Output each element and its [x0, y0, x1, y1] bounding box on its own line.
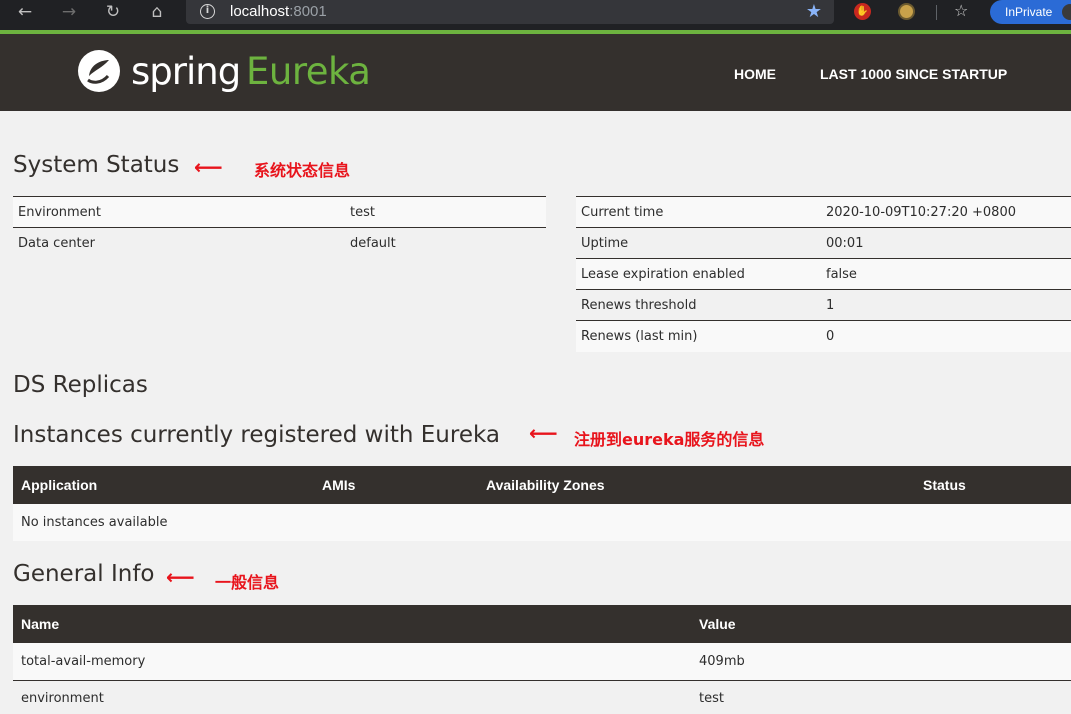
table-row: environment test: [13, 679, 1071, 714]
table-header-row: Name Value: [13, 605, 1071, 643]
top-nav: spring Eureka HOME LAST 1000 SINCE START…: [0, 30, 1071, 111]
instances-annotation: 注册到eureka服务的信息: [574, 430, 765, 449]
annotation-arrow-icon: ⟵: [166, 565, 195, 589]
favorite-star-icon[interactable]: ★: [806, 1, 822, 22]
env-value: test: [345, 196, 546, 228]
system-status-left-table: Environment test Data center default: [13, 196, 546, 259]
inprivate-badge[interactable]: InPrivate: [990, 0, 1071, 24]
table-header-row: Application AMIs Availability Zones Stat…: [13, 466, 1071, 504]
annotation-arrow-icon: ⟵: [529, 421, 558, 445]
brand-spring[interactable]: spring: [131, 50, 241, 93]
toolbar-divider: [936, 5, 937, 20]
general-info-annotation: 一般信息: [215, 573, 280, 592]
col-value[interactable]: Value: [691, 605, 1071, 643]
info-value: test: [691, 679, 1071, 714]
table-row: Current time 2020-10-09T10:27:20 +0800: [576, 196, 1071, 228]
system-status-annotation: 系统状态信息: [254, 161, 351, 180]
table-row: total-avail-memory 409mb: [13, 643, 1071, 680]
brand-eureka[interactable]: Eureka: [246, 50, 371, 93]
env-label: Environment: [13, 196, 345, 228]
uptime-value: 00:01: [821, 227, 1071, 259]
current-time-value: 2020-10-09T10:27:20 +0800: [821, 196, 1071, 228]
site-info-icon[interactable]: i: [200, 4, 215, 19]
uptime-label: Uptime: [576, 227, 821, 259]
back-arrow-icon[interactable]: ←: [10, 0, 40, 24]
table-row: Uptime 00:01: [576, 227, 1071, 259]
lease-expiration-value: false: [821, 258, 1071, 290]
renews-last-min-value: 0: [821, 320, 1071, 352]
col-name[interactable]: Name: [13, 605, 691, 643]
datacenter-label: Data center: [13, 227, 345, 259]
current-time-label: Current time: [576, 196, 821, 228]
renews-threshold-value: 1: [821, 289, 1071, 321]
url-text[interactable]: localhost:8001: [230, 3, 327, 20]
info-name: environment: [13, 679, 691, 714]
system-status-right-table: Current time 2020-10-09T10:27:20 +0800 U…: [576, 196, 1071, 352]
lease-expiration-label: Lease expiration enabled: [576, 258, 821, 290]
table-row: Environment test: [13, 196, 546, 228]
table-row: Data center default: [13, 227, 546, 259]
extension-stop-icon[interactable]: ✋: [854, 3, 871, 20]
nav-last1000-link[interactable]: LAST 1000 SINCE STARTUP: [820, 66, 1007, 82]
general-info-table: Name Value total-avail-memory 409mb envi…: [13, 605, 1071, 714]
nav-home-link[interactable]: HOME: [734, 66, 776, 82]
annotation-arrow-icon: ⟵: [194, 155, 223, 179]
col-status[interactable]: Status: [915, 466, 1071, 504]
instances-table: Application AMIs Availability Zones Stat…: [13, 466, 1071, 541]
table-row: No instances available: [13, 504, 1071, 541]
forward-arrow-icon[interactable]: →: [54, 0, 84, 24]
info-name: total-avail-memory: [13, 643, 691, 680]
col-application[interactable]: Application: [13, 466, 314, 504]
info-value: 409mb: [691, 643, 1071, 680]
general-info-title: General Info: [13, 561, 155, 587]
col-availability-zones[interactable]: Availability Zones: [478, 466, 915, 504]
table-row: Lease expiration enabled false: [576, 258, 1071, 290]
table-row: Renews (last min) 0: [576, 320, 1071, 352]
refresh-icon[interactable]: ↻: [98, 0, 128, 24]
no-instances-text: No instances available: [13, 504, 1071, 541]
address-bar[interactable]: i localhost:8001 ★: [186, 0, 834, 24]
instances-title: Instances currently registered with Eure…: [13, 422, 500, 448]
browser-toolbar: ← → ↻ ⌂ i localhost:8001 ★ ✋ ☆ InPrivate: [0, 0, 1071, 30]
col-amis[interactable]: AMIs: [314, 466, 478, 504]
system-status-title: System Status: [13, 152, 180, 178]
datacenter-value: default: [345, 227, 546, 259]
extension-owl-icon[interactable]: [898, 3, 915, 20]
favorites-icon[interactable]: ☆: [954, 1, 968, 20]
renews-threshold-label: Renews threshold: [576, 289, 821, 321]
home-icon[interactable]: ⌂: [142, 0, 172, 24]
renews-last-min-label: Renews (last min): [576, 320, 821, 352]
spring-logo-icon[interactable]: [76, 48, 122, 94]
ds-replicas-title: DS Replicas: [13, 372, 148, 398]
table-row: Renews threshold 1: [576, 289, 1071, 321]
